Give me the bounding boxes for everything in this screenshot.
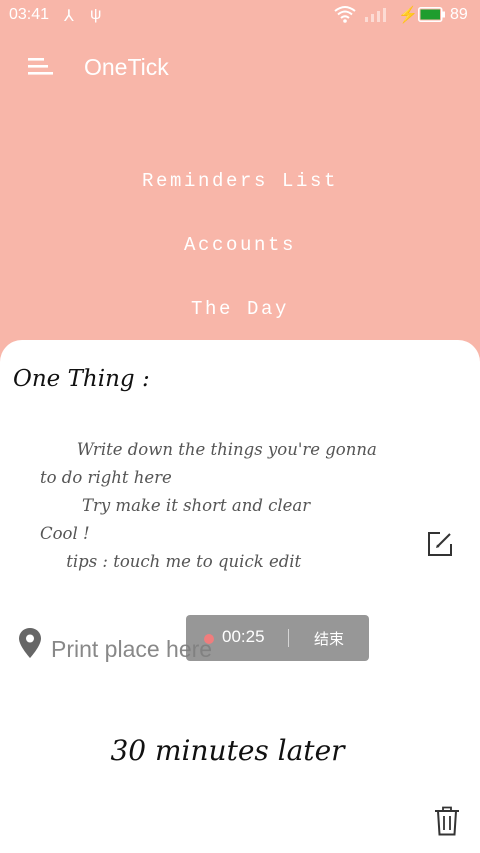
- card-heading: One Thing :: [13, 366, 150, 392]
- divider: [288, 629, 289, 647]
- charging-icon: ⚡: [398, 7, 418, 24]
- timer-text[interactable]: 30 minutes later: [0, 734, 455, 767]
- signal-icon: [365, 8, 386, 22]
- nav-the-day[interactable]: The Day: [0, 298, 480, 320]
- recording-dot-icon: [204, 634, 214, 644]
- app-title: OneTick: [84, 54, 169, 80]
- edit-icon[interactable]: [426, 530, 454, 558]
- usb-icon: ⅄: [64, 8, 74, 25]
- battery-icon: [418, 7, 445, 22]
- trash-icon[interactable]: [434, 806, 460, 836]
- menu-icon[interactable]: [28, 56, 54, 78]
- one-thing-card: One Thing : Write down the things you're…: [0, 340, 480, 853]
- nav-accounts[interactable]: Accounts: [0, 234, 480, 256]
- usb-icon: ψ: [90, 6, 102, 23]
- nav-reminders-list[interactable]: Reminders List: [0, 170, 480, 192]
- battery-level: 89: [450, 6, 468, 23]
- recording-overlay: 00:25 结束: [186, 615, 369, 661]
- status-bar: 03:41 ⅄ ψ ⚡ 89: [0, 0, 480, 32]
- status-time: 03:41: [9, 6, 50, 23]
- recording-time: 00:25: [222, 627, 265, 646]
- wifi-icon: [334, 6, 356, 23]
- location-pin-icon: [19, 628, 41, 658]
- card-body-text[interactable]: Write down the things you're gonna to do…: [40, 436, 410, 576]
- end-recording-button[interactable]: 结束: [314, 628, 344, 649]
